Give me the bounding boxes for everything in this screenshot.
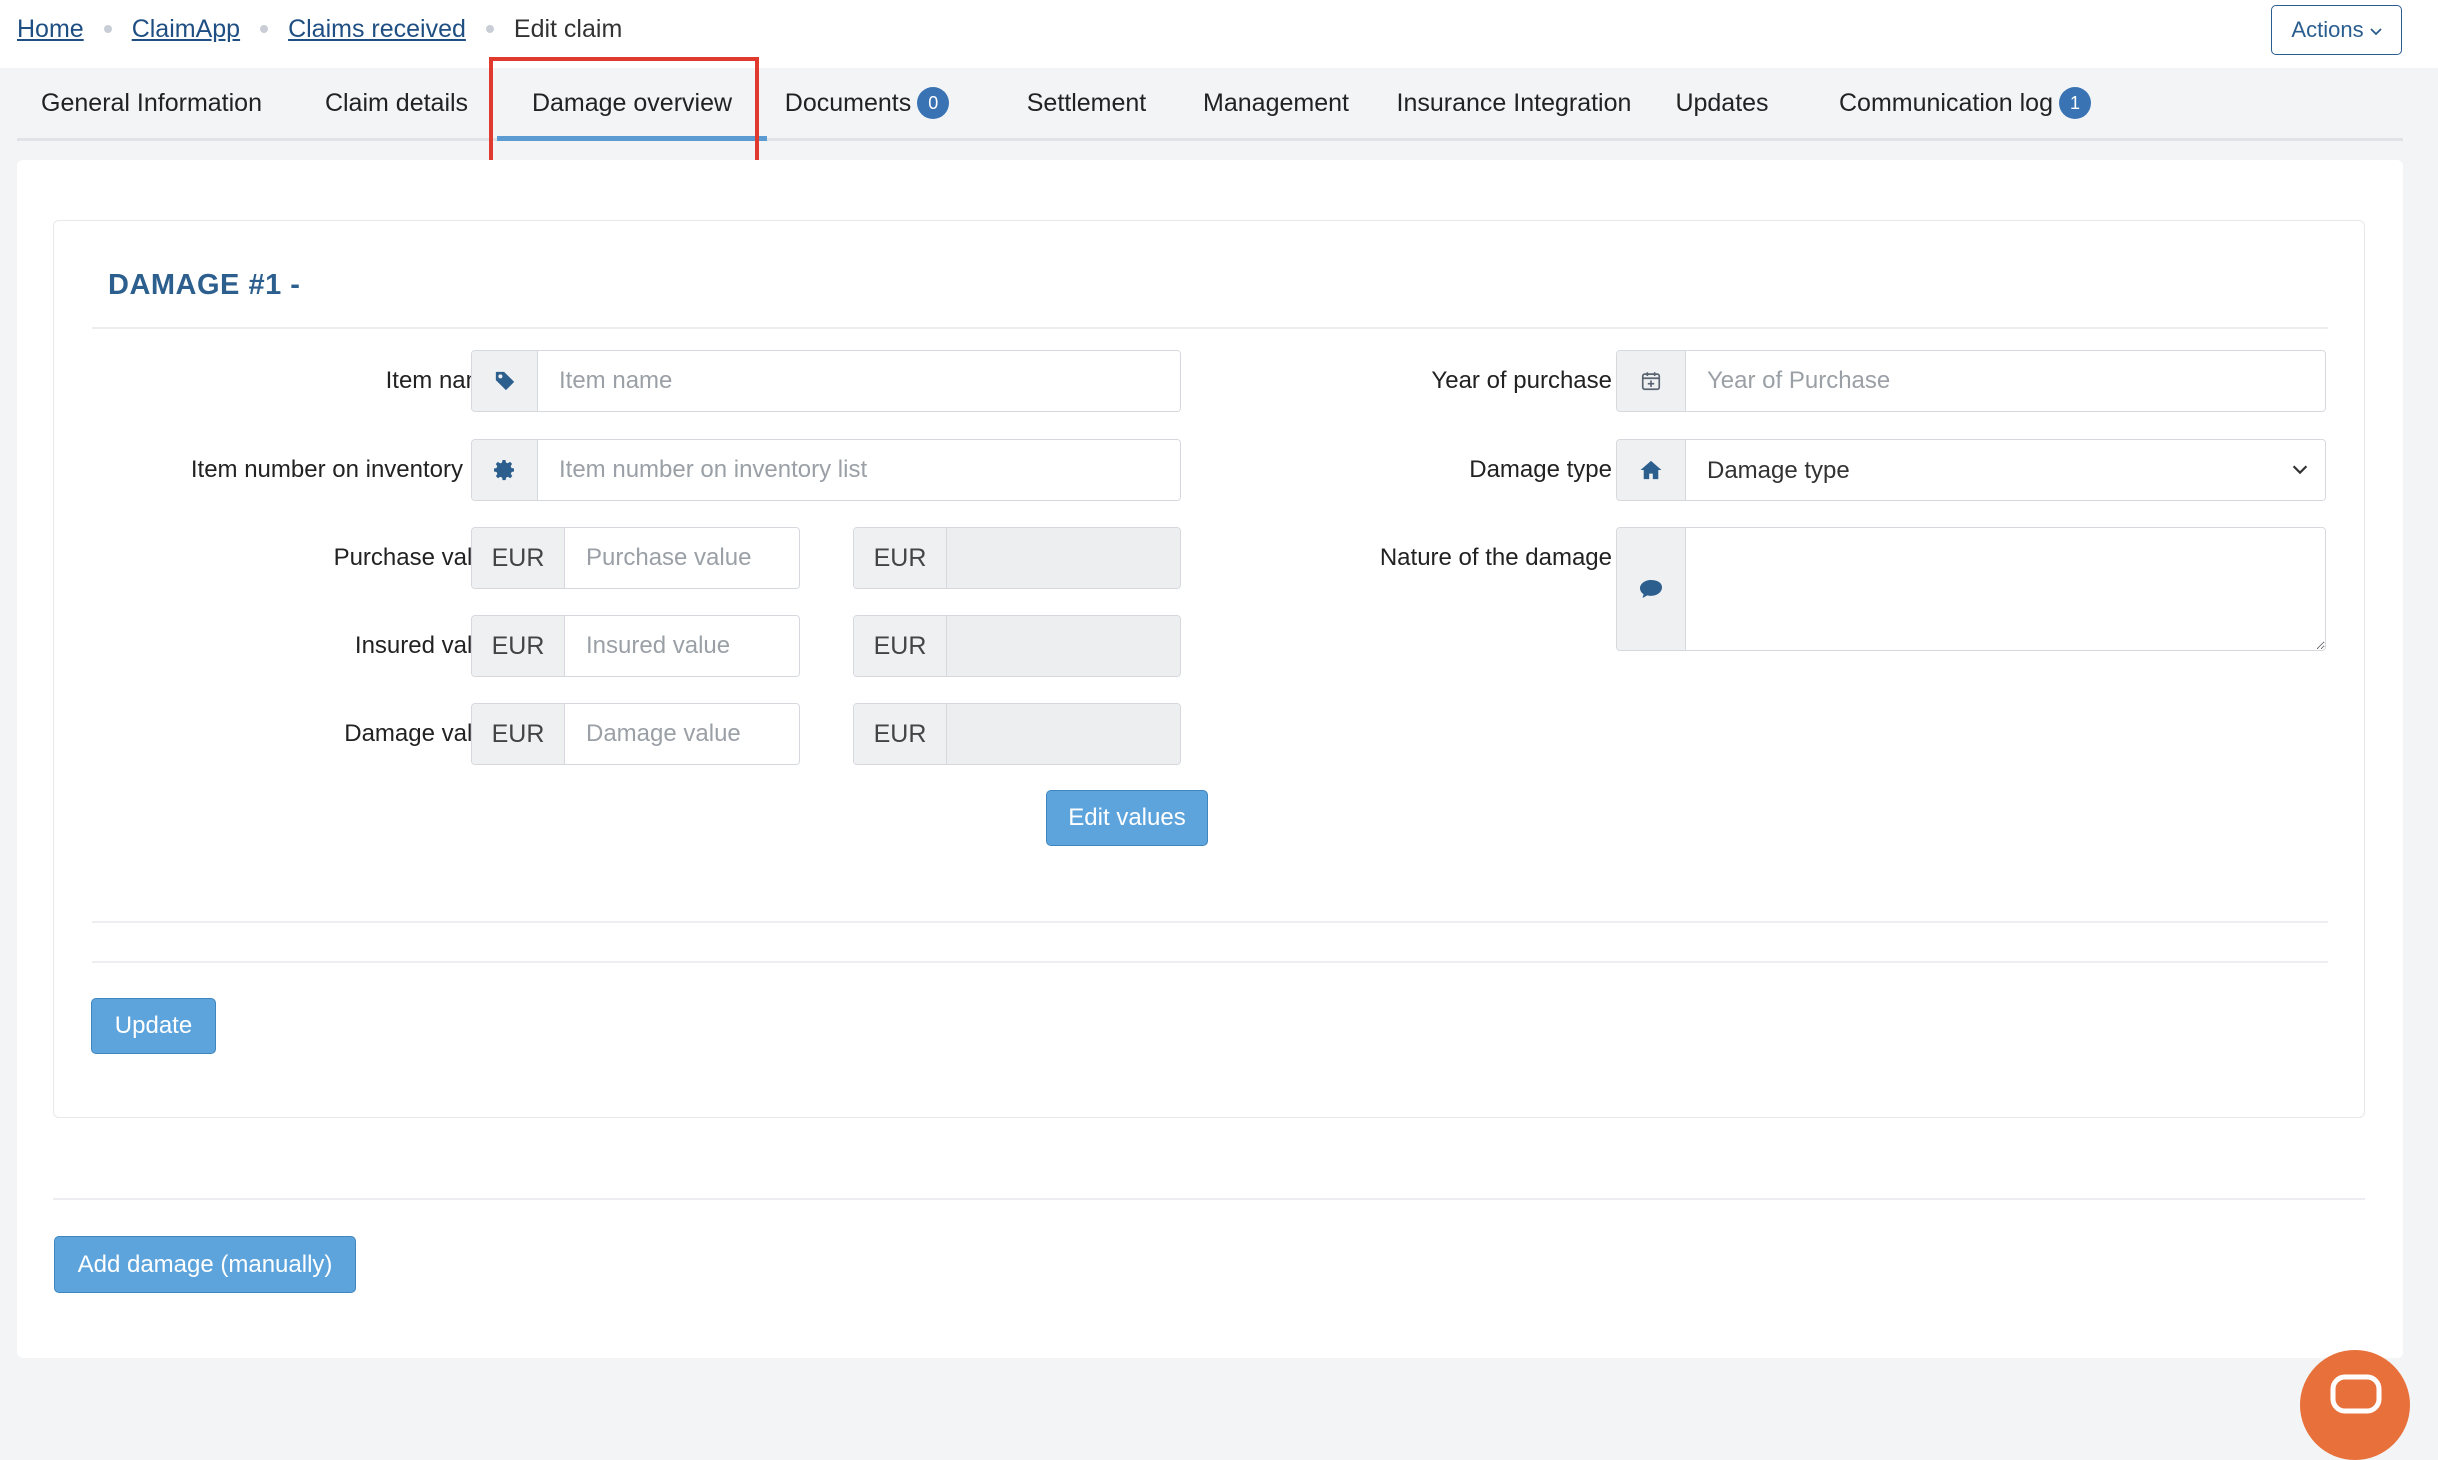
tab-management[interactable]: Management xyxy=(1178,68,1374,138)
breadcrumb-current: Edit claim xyxy=(513,15,623,43)
damage-title: DAMAGE #1 - xyxy=(108,269,301,301)
purchase-value-converted-field xyxy=(947,528,1180,588)
documents-count-badge: 0 xyxy=(917,87,950,119)
tab-insurance-integration[interactable]: Insurance Integration xyxy=(1383,68,1645,138)
damage-value-converted-field xyxy=(947,704,1180,764)
divider xyxy=(92,327,2328,329)
damage-overview-panel: DAMAGE #1 - Item name Item number on inv… xyxy=(17,160,2403,1358)
tab-label: Communication log xyxy=(1839,88,2053,117)
insured-value-converted-currency: EUR xyxy=(854,616,947,676)
tab-claim-details[interactable]: Claim details xyxy=(324,68,469,138)
tab-damage-overview[interactable]: Damage overview xyxy=(497,68,767,141)
nature-of-damage-group xyxy=(1616,527,2326,651)
tab-label: Damage overview xyxy=(531,88,733,117)
year-of-purchase-group xyxy=(1616,350,2326,412)
tab-updates[interactable]: Updates xyxy=(1657,68,1787,138)
item-number-label: Item number on inventory list xyxy=(190,456,499,483)
add-damage-button[interactable]: Add damage (manually) xyxy=(54,1236,356,1293)
tab-label: Documents xyxy=(784,88,912,117)
purchase-value-input[interactable] xyxy=(565,528,799,588)
breadcrumb-separator xyxy=(260,25,269,33)
breadcrumb-claims-received-link[interactable]: Claims received xyxy=(288,14,466,44)
year-of-purchase-input[interactable] xyxy=(1686,351,2325,411)
nature-of-damage-label: Nature of the damage xyxy=(1379,544,1612,571)
update-button[interactable]: Update xyxy=(91,998,216,1054)
breadcrumb-home-link[interactable]: Home xyxy=(17,14,84,44)
item-number-group xyxy=(471,439,1181,501)
chevron-down-icon xyxy=(2369,24,2382,39)
year-of-purchase-label: Year of purchase xyxy=(1431,367,1612,394)
purchase-value-converted-group: EUR xyxy=(853,527,1181,589)
communication-log-count-badge: 1 xyxy=(2059,87,2091,119)
home-icon xyxy=(1617,440,1686,500)
chat-icon xyxy=(2330,1374,2382,1414)
purchase-value-converted-currency: EUR xyxy=(854,528,947,588)
actions-button[interactable]: Actions xyxy=(2271,5,2402,55)
damage-card: DAMAGE #1 - Item name Item number on inv… xyxy=(53,220,2365,1118)
tab-general-information[interactable]: General Information xyxy=(41,68,262,138)
tab-communication-log[interactable]: Communication log 1 xyxy=(1827,68,2103,138)
insured-value-converted-field xyxy=(947,616,1180,676)
breadcrumb-separator xyxy=(485,25,494,33)
breadcrumb-app-link[interactable]: ClaimApp xyxy=(132,14,240,44)
breadcrumb-separator xyxy=(103,25,112,33)
item-name-group xyxy=(471,350,1181,412)
item-number-input[interactable] xyxy=(538,440,1180,500)
tab-label: Insurance Integration xyxy=(1396,88,1632,117)
tag-icon xyxy=(472,351,538,411)
insured-value-input[interactable] xyxy=(565,616,799,676)
tab-label: Settlement xyxy=(1026,88,1147,117)
item-name-input[interactable] xyxy=(538,351,1180,411)
edit-values-button[interactable]: Edit values xyxy=(1046,790,1208,846)
divider xyxy=(53,1198,2365,1200)
purchase-value-currency: EUR xyxy=(472,528,565,588)
insured-value-currency: EUR xyxy=(472,616,565,676)
tab-documents[interactable]: Documents 0 xyxy=(775,68,959,138)
damage-value-input[interactable] xyxy=(565,704,799,764)
damage-value-converted-currency: EUR xyxy=(854,704,947,764)
damage-type-label: Damage type xyxy=(1469,456,1612,483)
tab-label: Management xyxy=(1203,88,1349,117)
insured-value-converted-group: EUR xyxy=(853,615,1181,677)
tab-label: Updates xyxy=(1675,88,1769,117)
insured-value-group: EUR xyxy=(471,615,800,677)
chat-widget-button[interactable] xyxy=(2300,1350,2410,1460)
purchase-value-group: EUR xyxy=(471,527,800,589)
divider xyxy=(92,961,2328,963)
comment-icon xyxy=(1617,528,1686,650)
damage-type-group: Damage type xyxy=(1616,439,2326,501)
tab-bar: General Information Claim details Damage… xyxy=(17,68,2403,141)
tab-settlement[interactable]: Settlement xyxy=(1000,68,1173,138)
damage-value-currency: EUR xyxy=(472,704,565,764)
tab-label: General Information xyxy=(41,88,262,117)
calendar-plus-icon xyxy=(1617,351,1686,411)
nature-of-damage-textarea[interactable] xyxy=(1686,528,2325,650)
damage-type-select[interactable]: Damage type xyxy=(1686,440,2325,500)
top-bar: Home ClaimApp Claims received Edit claim… xyxy=(0,0,2438,68)
tab-label: Claim details xyxy=(324,88,469,117)
damage-value-converted-group: EUR xyxy=(853,703,1181,765)
actions-button-label: Actions xyxy=(2291,17,2364,42)
divider xyxy=(92,921,2328,923)
gear-icon xyxy=(472,440,538,500)
damage-value-group: EUR xyxy=(471,703,800,765)
breadcrumb: Home ClaimApp Claims received Edit claim xyxy=(17,14,622,44)
